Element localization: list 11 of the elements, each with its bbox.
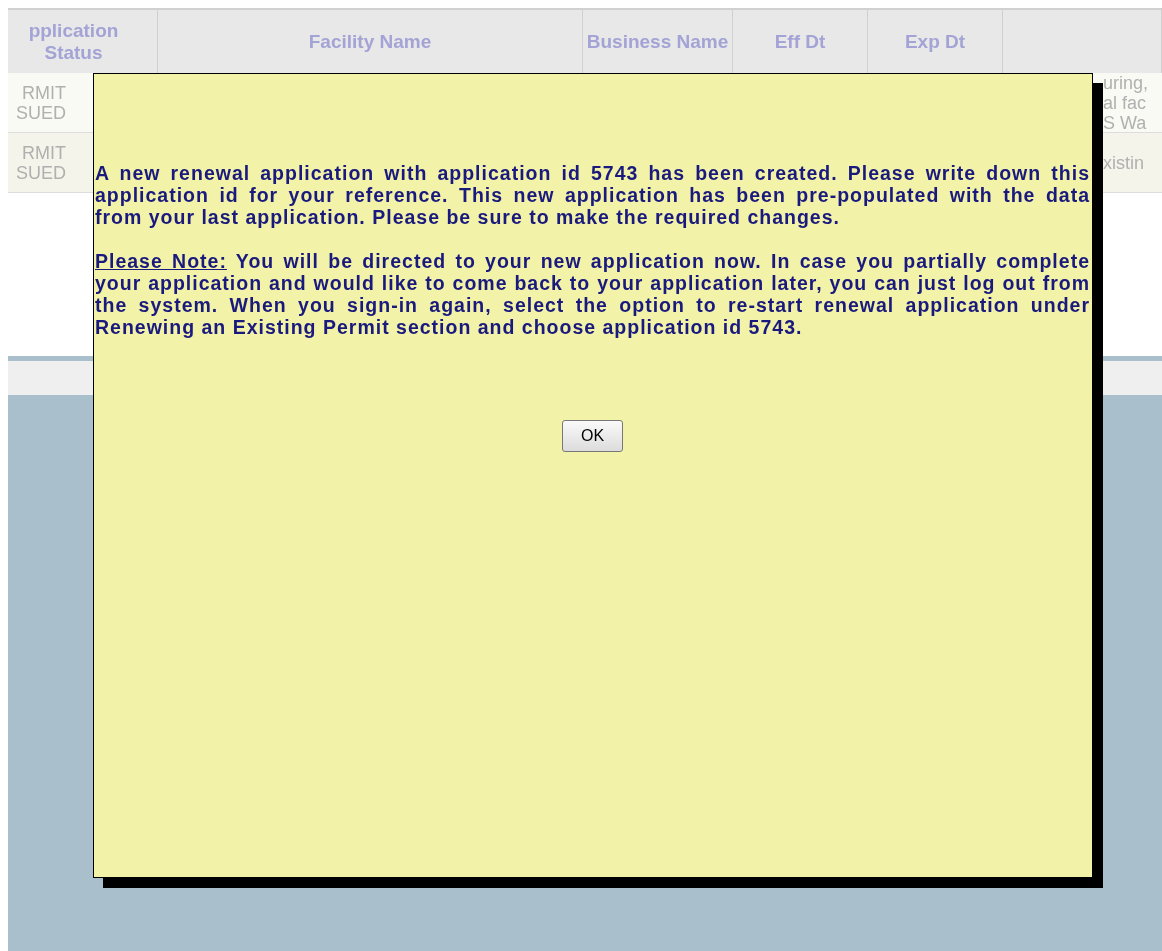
table-cell-text: RMIT	[22, 142, 66, 163]
table-cell-text: al fac	[1103, 92, 1148, 113]
ok-button[interactable]: OK	[561, 420, 624, 452]
table-cell-text: SUED	[16, 102, 66, 123]
dialog-message: A new renewal application with application id 5743 has been created. Please write down this application id for your reference. This new application has been pre-populated with the data from your last application. Please be sure to make the required changes.	[95, 162, 1090, 228]
table-cell-text: uring,	[1103, 73, 1150, 93]
dialog-note: Please Note: You will be directed to your new application now. In case you partially complete your application and would like to come back to your application later, you can just log out from the system. When you sign-in again, select the option to re-start renewal application under Renewing an Existing Permit section and choose application id 5743.	[95, 250, 1090, 338]
table-cell-text: SUED	[16, 162, 66, 183]
table-cell-text: S Wa	[1103, 112, 1148, 132]
table-cell-text: xistin	[1103, 152, 1145, 173]
table-cell-text: RMIT	[22, 82, 66, 103]
